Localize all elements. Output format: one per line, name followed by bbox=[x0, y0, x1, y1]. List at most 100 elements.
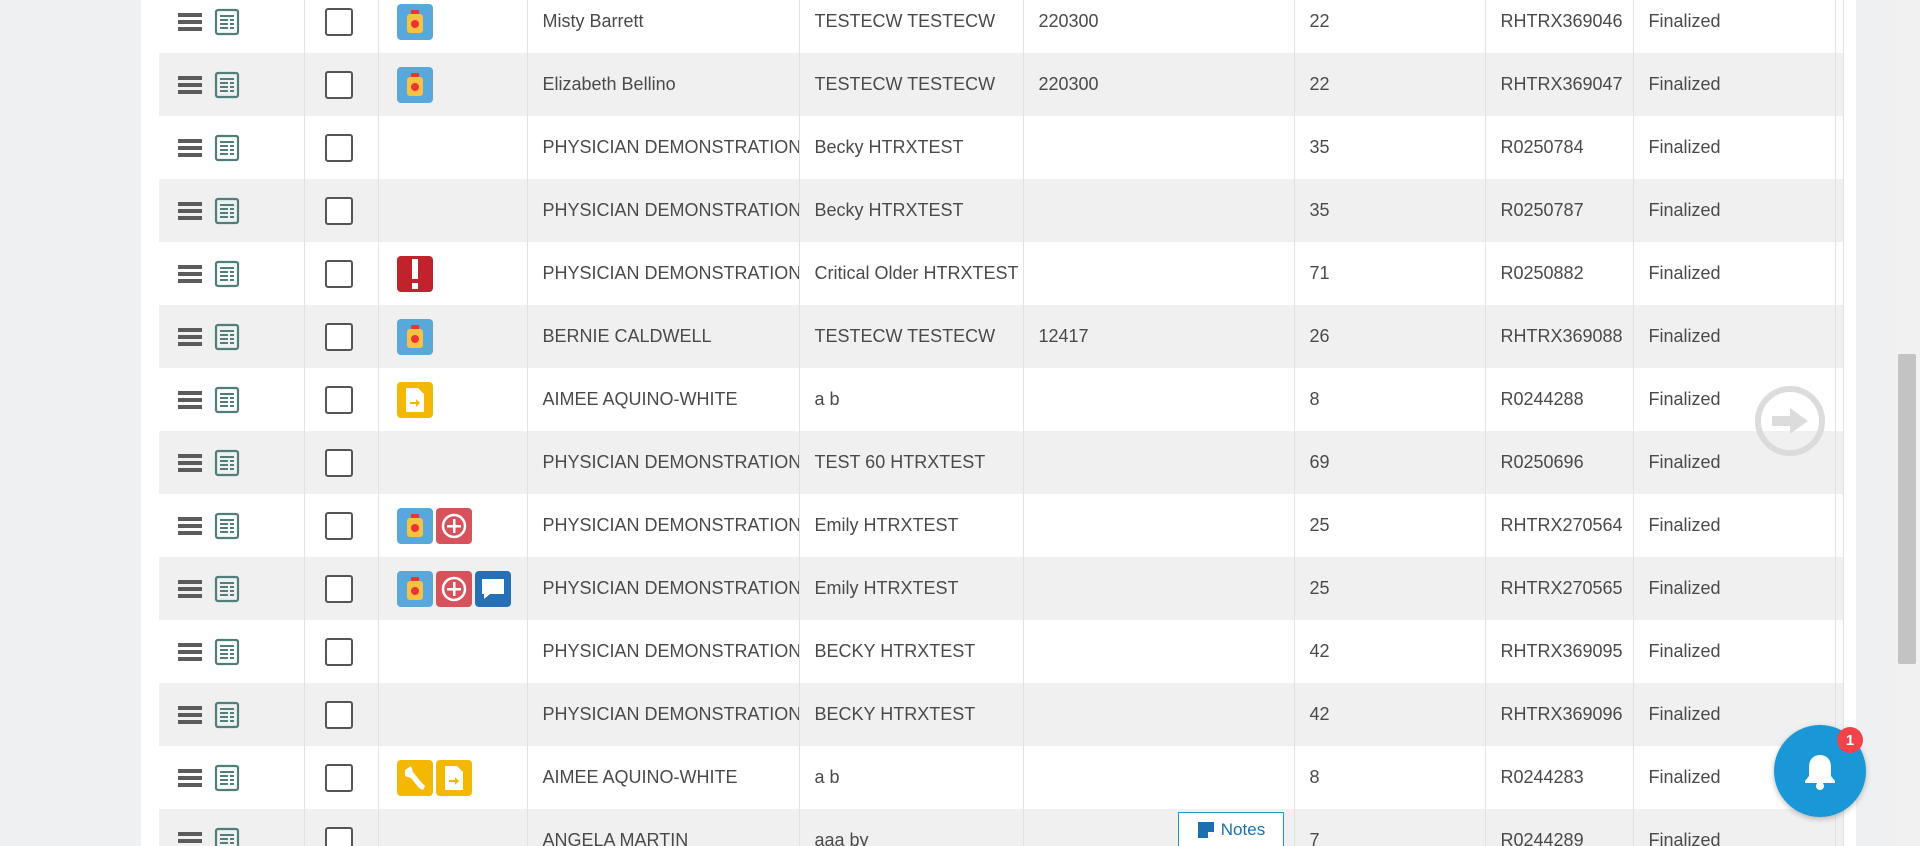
row-menu-icon[interactable] bbox=[178, 264, 202, 284]
report-document-icon[interactable] bbox=[214, 71, 240, 99]
document-arrow-icon bbox=[443, 765, 465, 791]
age-cell: 25 bbox=[1294, 494, 1486, 557]
flag-blue-bottle[interactable] bbox=[396, 66, 433, 103]
patient-name-cell[interactable]: AIMEE AQUINO-WHITE bbox=[527, 368, 800, 431]
flag-blue-bottle[interactable] bbox=[396, 318, 433, 355]
row-select-checkbox[interactable] bbox=[324, 259, 353, 288]
report-document-icon[interactable] bbox=[214, 701, 240, 729]
report-document-icon[interactable] bbox=[214, 386, 240, 414]
patient-name-cell[interactable]: PHYSICIAN DEMONSTRATION bbox=[527, 116, 800, 179]
notes-button[interactable]: Notes bbox=[1178, 812, 1284, 846]
table-row[interactable]: BERNIE CALDWELL TESTECW TESTECW 12417 26… bbox=[159, 305, 1844, 368]
account-cell bbox=[1023, 620, 1295, 683]
flag-critical[interactable] bbox=[396, 255, 433, 292]
report-document-icon[interactable] bbox=[214, 323, 240, 351]
row-menu-icon[interactable] bbox=[178, 12, 202, 32]
flag-yellow-wrench[interactable] bbox=[396, 759, 433, 796]
row-menu-icon[interactable] bbox=[178, 642, 202, 662]
report-document-icon[interactable] bbox=[214, 638, 240, 666]
patient-name-cell[interactable]: PHYSICIAN DEMONSTRATION bbox=[527, 620, 800, 683]
report-document-icon[interactable] bbox=[214, 512, 240, 540]
table-row[interactable]: PHYSICIAN DEMONSTRATION BECKY HTRXTEST 4… bbox=[159, 683, 1844, 746]
report-document-icon[interactable] bbox=[214, 449, 240, 477]
flag-chat[interactable] bbox=[474, 570, 511, 607]
report-document-icon[interactable] bbox=[214, 764, 240, 792]
row-select-checkbox[interactable] bbox=[324, 322, 353, 351]
patient-name-cell[interactable]: PHYSICIAN DEMONSTRATION bbox=[527, 431, 800, 494]
patient-name-cell[interactable]: PHYSICIAN DEMONSTRATION bbox=[527, 557, 800, 620]
row-select-checkbox[interactable] bbox=[324, 385, 353, 414]
patient-name-cell[interactable]: PHYSICIAN DEMONSTRATION bbox=[527, 179, 800, 242]
flags-cell bbox=[378, 683, 528, 746]
rx-number-cell: R0250882 bbox=[1485, 242, 1634, 305]
table-row[interactable]: PHYSICIAN DEMONSTRATION BECKY HTRXTEST 4… bbox=[159, 620, 1844, 683]
flag-blue-bottle[interactable] bbox=[396, 3, 433, 40]
row-select-checkbox[interactable] bbox=[324, 70, 353, 99]
patient-name-cell[interactable]: BERNIE CALDWELL bbox=[527, 305, 800, 368]
row-select-checkbox[interactable] bbox=[324, 511, 353, 540]
table-row[interactable]: PHYSICIAN DEMONSTRATION Becky HTRXTEST 3… bbox=[159, 179, 1844, 242]
table-row[interactable]: Elizabeth Bellino TESTECW TESTECW 220300… bbox=[159, 53, 1844, 116]
patient-name-cell[interactable]: PHYSICIAN DEMONSTRATION bbox=[527, 494, 800, 557]
row-menu-icon[interactable] bbox=[178, 201, 202, 221]
patient-name-cell[interactable]: ANGELA MARTIN bbox=[527, 809, 800, 846]
row-select-checkbox[interactable] bbox=[324, 574, 353, 603]
row-select-checkbox[interactable] bbox=[324, 448, 353, 477]
flag-blue-bottle[interactable] bbox=[396, 507, 433, 544]
table-row[interactable]: PHYSICIAN DEMONSTRATION Becky HTRXTEST 3… bbox=[159, 116, 1844, 179]
flag-blue-bottle[interactable] bbox=[396, 570, 433, 607]
select-cell bbox=[304, 368, 379, 431]
scrollbar-thumb[interactable] bbox=[1898, 354, 1916, 664]
account-cell bbox=[1023, 116, 1295, 179]
report-document-icon[interactable] bbox=[214, 197, 240, 225]
table-row[interactable]: ANGELA MARTIN aaa by 7 R0244289 Finalize… bbox=[159, 809, 1844, 846]
table-row[interactable]: AIMEE AQUINO-WHITE a b 8 R0244288 Finali… bbox=[159, 368, 1844, 431]
report-document-icon[interactable] bbox=[214, 260, 240, 288]
table-row[interactable]: PHYSICIAN DEMONSTRATION TEST 60 HTRXTEST… bbox=[159, 431, 1844, 494]
row-select-checkbox[interactable] bbox=[324, 637, 353, 666]
row-select-checkbox[interactable] bbox=[324, 763, 353, 792]
row-actions-cell bbox=[159, 809, 305, 846]
table-row[interactable]: PHYSICIAN DEMONSTRATION Critical Older H… bbox=[159, 242, 1844, 305]
medical-plus-icon bbox=[441, 513, 467, 539]
flag-red-plus[interactable] bbox=[435, 570, 472, 607]
row-menu-icon[interactable] bbox=[178, 327, 202, 347]
row-menu-icon[interactable] bbox=[178, 831, 202, 846]
row-menu-icon[interactable] bbox=[178, 453, 202, 473]
report-document-icon[interactable] bbox=[214, 827, 240, 846]
flags-cell bbox=[378, 494, 528, 557]
patient-name-cell[interactable]: PHYSICIAN DEMONSTRATION bbox=[527, 683, 800, 746]
table-row[interactable]: PHYSICIAN DEMONSTRATION Emily HTRXTEST 2… bbox=[159, 557, 1844, 620]
table-row[interactable]: Misty Barrett TESTECW TESTECW 220300 22 … bbox=[159, 0, 1844, 53]
row-menu-icon[interactable] bbox=[178, 705, 202, 725]
row-select-checkbox[interactable] bbox=[324, 196, 353, 225]
flags-cell bbox=[378, 620, 528, 683]
age-cell: 7 bbox=[1294, 809, 1486, 846]
row-actions-cell bbox=[159, 179, 305, 242]
patient-name-cell[interactable]: Elizabeth Bellino bbox=[527, 53, 800, 116]
flag-yellow-doc[interactable] bbox=[396, 381, 433, 418]
patient-name-cell[interactable]: AIMEE AQUINO-WHITE bbox=[527, 746, 800, 809]
patient-name-cell[interactable]: Misty Barrett bbox=[527, 0, 800, 53]
account-cell: 12417 bbox=[1023, 305, 1295, 368]
report-document-icon[interactable] bbox=[214, 575, 240, 603]
row-menu-icon[interactable] bbox=[178, 768, 202, 788]
row-select-checkbox[interactable] bbox=[324, 133, 353, 162]
row-menu-icon[interactable] bbox=[178, 138, 202, 158]
row-select-checkbox[interactable] bbox=[324, 7, 353, 36]
row-menu-icon[interactable] bbox=[178, 579, 202, 599]
flag-red-plus[interactable] bbox=[435, 507, 472, 544]
next-page-arrow[interactable] bbox=[1755, 386, 1825, 456]
report-document-icon[interactable] bbox=[214, 134, 240, 162]
vertical-scrollbar[interactable] bbox=[1894, 0, 1920, 846]
table-row[interactable]: AIMEE AQUINO-WHITE a b 8 R0244283 Finali… bbox=[159, 746, 1844, 809]
row-select-checkbox[interactable] bbox=[324, 700, 353, 729]
flag-yellow-doc[interactable] bbox=[435, 759, 472, 796]
report-document-icon[interactable] bbox=[214, 8, 240, 36]
patient-name-cell[interactable]: PHYSICIAN DEMONSTRATION bbox=[527, 242, 800, 305]
row-select-checkbox[interactable] bbox=[324, 826, 353, 846]
row-menu-icon[interactable] bbox=[178, 516, 202, 536]
row-menu-icon[interactable] bbox=[178, 390, 202, 410]
table-row[interactable]: PHYSICIAN DEMONSTRATION Emily HTRXTEST 2… bbox=[159, 494, 1844, 557]
row-menu-icon[interactable] bbox=[178, 75, 202, 95]
